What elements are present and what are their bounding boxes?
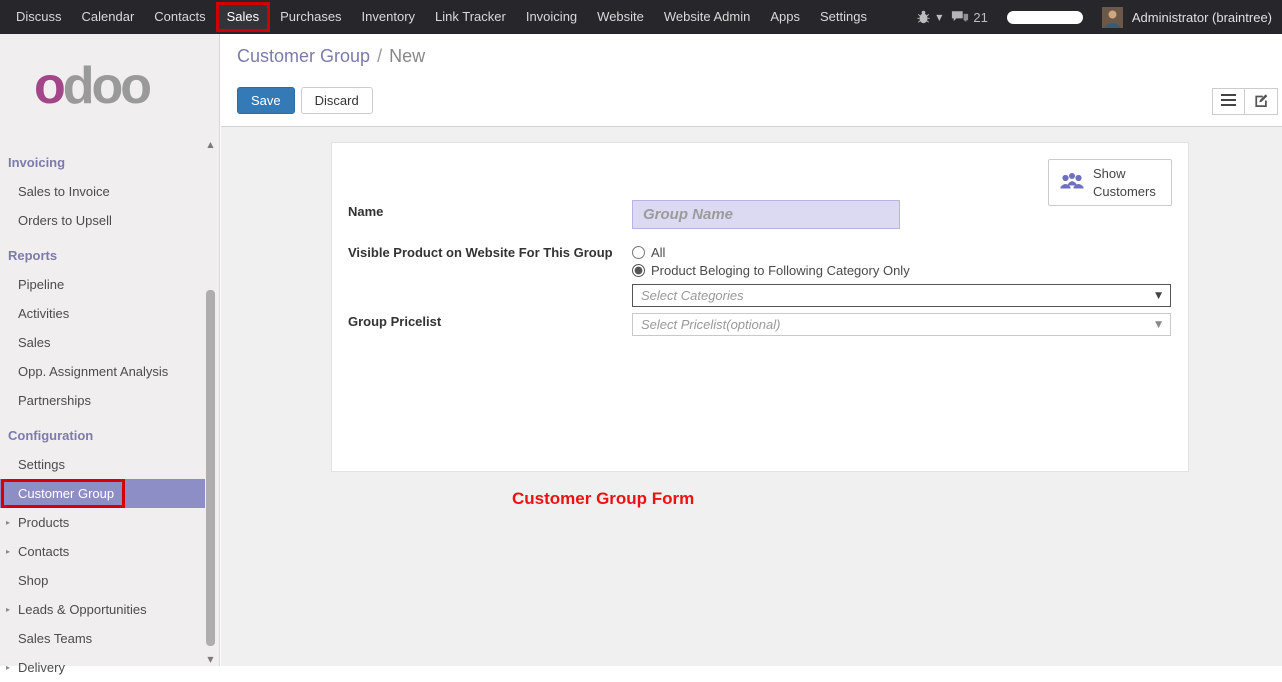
app-menu: Discuss Calendar Contacts Sales Purchase… — [0, 0, 877, 34]
bug-icon[interactable] — [916, 10, 931, 24]
categories-select[interactable]: Select Categories ▼ — [632, 284, 1171, 307]
menu-sales[interactable]: Sales — [216, 2, 271, 32]
expand-arrow-icon: ▸ — [6, 605, 10, 614]
avatar[interactable] — [1102, 7, 1123, 28]
breadcrumb-customer-group[interactable]: Customer Group — [237, 46, 370, 66]
action-buttons: Save Discard — [237, 87, 373, 114]
menu-website-admin[interactable]: Website Admin — [654, 0, 760, 34]
dropdown-caret-icon: ▼ — [1155, 320, 1162, 330]
sidebar-item-sales[interactable]: Sales — [0, 328, 205, 357]
sidebar-item-label: Leads & Opportunities — [18, 602, 147, 617]
sidebar-item-leads-opportunities[interactable]: ▸ Leads & Opportunities — [0, 595, 205, 624]
scroll-down-icon[interactable]: ▼ — [204, 655, 217, 664]
sidebar-item-partnerships[interactable]: Partnerships — [0, 386, 205, 415]
radio-category[interactable] — [632, 264, 645, 277]
sidebar-item-orders-to-upsell[interactable]: Orders to Upsell — [0, 206, 205, 235]
expand-arrow-icon: ▸ — [6, 547, 10, 556]
main-area: Customer Group / New Save Discard Show Cus… — [221, 34, 1282, 666]
pricelist-label: Group Pricelist — [348, 314, 441, 329]
breadcrumb-separator: / — [377, 46, 382, 66]
edit-form-icon — [1254, 93, 1269, 110]
menu-link-tracker[interactable]: Link Tracker — [425, 0, 516, 34]
sidebar-scrollbar[interactable]: ▲ ▼ — [204, 140, 217, 664]
list-icon — [1221, 94, 1236, 109]
sidebar-item-activities[interactable]: Activities — [0, 299, 205, 328]
menu-invoicing[interactable]: Invoicing — [516, 0, 587, 34]
sidebar-item-contacts[interactable]: ▸ Contacts — [0, 537, 205, 566]
sidebar-item-sales-teams[interactable]: Sales Teams — [0, 624, 205, 653]
pricelist-select[interactable]: Select Pricelist(optional) ▼ — [632, 313, 1171, 336]
topbar-right: ▼ 21 Administrator (braintree) — [916, 7, 1282, 28]
sidebar: odoo Invoicing Sales to Invoice Orders t… — [0, 34, 220, 666]
group-name-input[interactable] — [632, 200, 900, 229]
breadcrumb: Customer Group / New — [237, 46, 425, 67]
menu-inventory[interactable]: Inventory — [352, 0, 425, 34]
menu-calendar[interactable]: Calendar — [72, 0, 145, 34]
radio-all-label: All — [651, 245, 665, 260]
form-view-button[interactable] — [1245, 88, 1278, 115]
message-count-badge[interactable]: 21 — [973, 10, 987, 25]
user-menu[interactable]: Administrator (braintree) — [1132, 10, 1272, 25]
control-panel: Customer Group / New Save Discard — [221, 34, 1282, 127]
sidebar-nav: Invoicing Sales to Invoice Orders to Ups… — [0, 148, 219, 682]
sidebar-item-pipeline[interactable]: Pipeline — [0, 270, 205, 299]
chevron-down-icon[interactable]: ▼ — [936, 13, 942, 22]
section-heading-reports: Reports — [0, 241, 219, 270]
section-heading-invoicing: Invoicing — [0, 148, 219, 177]
show-customers-button[interactable]: Show Customers — [1048, 159, 1172, 206]
odoo-logo: odoo — [0, 34, 219, 112]
messages-icon[interactable] — [951, 10, 969, 25]
expand-arrow-icon: ▸ — [6, 663, 10, 672]
logo-rest: doo — [63, 57, 149, 115]
radio-option-category[interactable]: Product Beloging to Following Category O… — [632, 263, 910, 278]
menu-purchases[interactable]: Purchases — [270, 0, 351, 34]
categories-placeholder: Select Categories — [641, 288, 744, 303]
menu-discuss[interactable]: Discuss — [6, 0, 72, 34]
form-card: Show Customers Name Visible Product on W… — [331, 142, 1189, 472]
section-heading-configuration: Configuration — [0, 421, 219, 450]
dropdown-caret-icon: ▼ — [1155, 291, 1162, 301]
sidebar-item-label: Products — [18, 515, 69, 530]
sidebar-item-label: Customer Group — [18, 486, 114, 501]
sidebar-item-sales-to-invoice[interactable]: Sales to Invoice — [0, 177, 205, 206]
sidebar-item-products[interactable]: ▸ Products — [0, 508, 205, 537]
visibility-label: Visible Product on Website For This Grou… — [348, 245, 613, 260]
radio-all[interactable] — [632, 246, 645, 259]
sidebar-item-label: Delivery — [18, 660, 65, 675]
radio-category-label: Product Beloging to Following Category O… — [651, 263, 910, 278]
menu-settings[interactable]: Settings — [810, 0, 877, 34]
radio-option-all[interactable]: All — [632, 245, 665, 260]
sidebar-item-label: Contacts — [18, 544, 69, 559]
pricelist-placeholder: Select Pricelist(optional) — [641, 317, 780, 332]
name-label: Name — [348, 204, 383, 219]
list-view-button[interactable] — [1212, 88, 1245, 115]
logo-letter-o: o — [34, 57, 63, 115]
scrollbar-thumb[interactable] — [206, 290, 215, 646]
save-button[interactable]: Save — [237, 87, 295, 114]
menu-website[interactable]: Website — [587, 0, 654, 34]
sidebar-item-opp-assignment-analysis[interactable]: Opp. Assignment Analysis — [0, 357, 205, 386]
discard-button[interactable]: Discard — [301, 87, 373, 114]
sidebar-item-delivery[interactable]: ▸ Delivery — [0, 653, 205, 682]
sidebar-item-customer-group[interactable]: Customer Group — [0, 479, 205, 508]
sidebar-item-shop[interactable]: Shop — [0, 566, 205, 595]
timer-pill — [1007, 11, 1083, 24]
view-switcher — [1212, 88, 1278, 115]
topbar: Discuss Calendar Contacts Sales Purchase… — [0, 0, 1282, 34]
content-area: Show Customers Name Visible Product on W… — [221, 127, 1282, 665]
breadcrumb-new: New — [389, 46, 425, 66]
sidebar-item-settings[interactable]: Settings — [0, 450, 205, 479]
show-customers-label: Show Customers — [1093, 165, 1161, 200]
expand-arrow-icon: ▸ — [6, 518, 10, 527]
menu-contacts[interactable]: Contacts — [144, 0, 215, 34]
scroll-up-icon[interactable]: ▲ — [204, 140, 217, 149]
annotation-caption: Customer Group Form — [512, 489, 694, 509]
users-icon — [1059, 171, 1085, 195]
menu-apps[interactable]: Apps — [760, 0, 810, 34]
